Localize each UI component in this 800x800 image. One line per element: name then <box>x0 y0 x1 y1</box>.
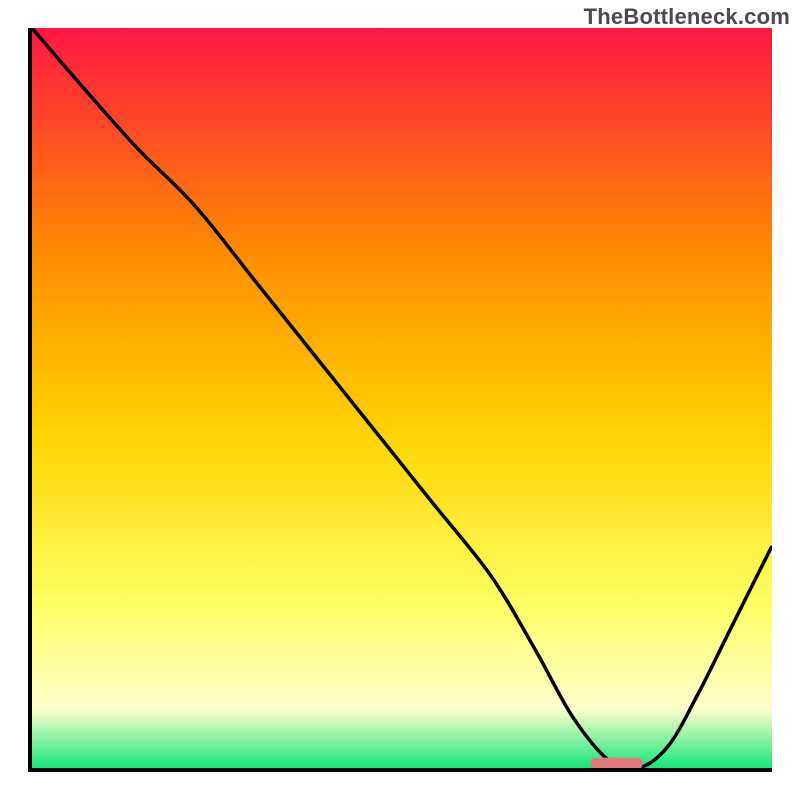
gradient-background <box>32 28 772 768</box>
optimum-marker <box>591 758 643 768</box>
plot-area <box>28 28 772 772</box>
watermark-text: TheBottleneck.com <box>584 4 790 30</box>
chart-canvas <box>32 28 772 768</box>
chart-frame: TheBottleneck.com <box>0 0 800 800</box>
